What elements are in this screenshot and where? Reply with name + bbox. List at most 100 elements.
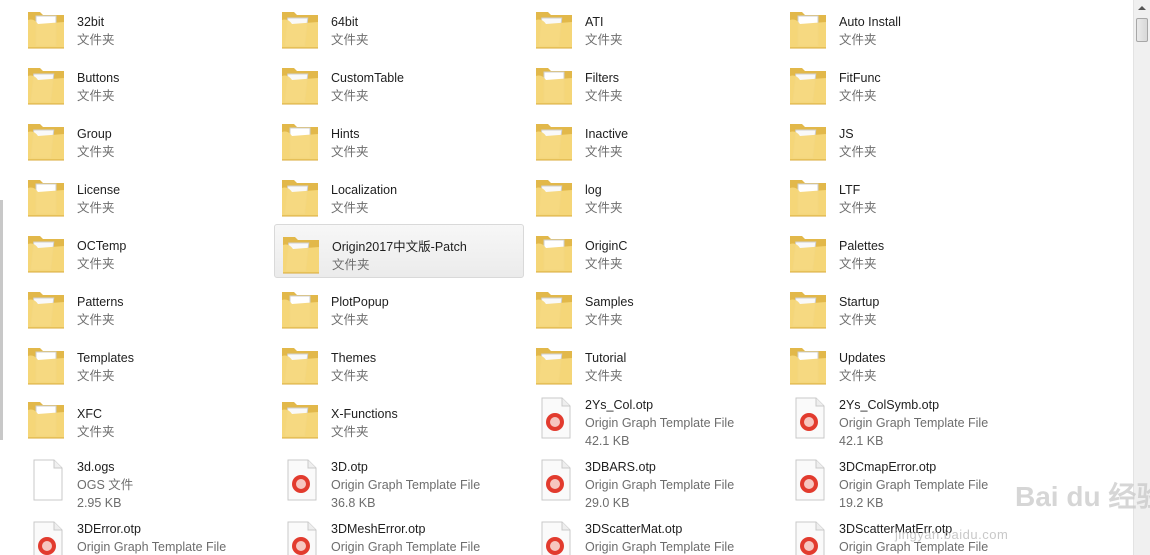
item-details: Startup 文件夹 — [839, 293, 879, 329]
scroll-up-button[interactable] — [1134, 0, 1150, 16]
folder-item[interactable]: CustomTable 文件夹 — [274, 56, 524, 110]
otp-file-icon — [792, 520, 836, 555]
folder-item[interactable]: OriginC 文件夹 — [528, 224, 778, 278]
file-item[interactable]: 3DBARS.otp Origin Graph Template File 29.0… — [528, 454, 778, 514]
folder-item[interactable]: Updates 文件夹 — [782, 336, 1032, 390]
folder-item[interactable]: Localization 文件夹 — [274, 168, 524, 222]
item-name: Hints — [331, 127, 360, 141]
item-name: ATI — [585, 15, 604, 29]
item-type: 文件夹 — [331, 313, 369, 327]
item-details: 3DScatterMat.otp Origin Graph Template Fi… — [585, 520, 734, 555]
folder-item[interactable]: 64bit 文件夹 — [274, 0, 524, 54]
otp-file-icon — [538, 396, 582, 442]
folder-item[interactable]: Auto Install 文件夹 — [782, 0, 1032, 54]
folder-grid: 32bit 文件夹 64bit 文件夹 ATI 文件夹 Auto Install 文件夹 But… — [20, 0, 1036, 392]
folder-item[interactable]: ATI 文件夹 — [528, 0, 778, 54]
item-name: Inactive — [585, 127, 629, 141]
item-details: Buttons 文件夹 — [77, 69, 119, 105]
otp-file-icon — [284, 520, 328, 555]
item-size: 42.1 KB — [839, 434, 884, 448]
item-name: X-Functions — [331, 407, 398, 421]
item-type: 文件夹 — [77, 33, 115, 47]
item-size: 42.1 KB — [585, 434, 630, 448]
item-name: Auto Install — [839, 15, 901, 29]
folder-item[interactable]: Tutorial 文件夹 — [528, 336, 778, 390]
item-name: 2Ys_Col.otp — [585, 398, 654, 412]
item-name: 3DScatterMat.otp — [585, 522, 683, 536]
folder-item[interactable]: Palettes 文件夹 — [782, 224, 1032, 278]
folder-icon — [532, 62, 576, 108]
folder-item[interactable]: Inactive 文件夹 — [528, 112, 778, 166]
item-details: Inactive 文件夹 — [585, 125, 628, 161]
file-item[interactable]: 3DError.otp Origin Graph Template File — [20, 516, 270, 555]
file-view: 32bit 文件夹 64bit 文件夹 ATI 文件夹 Auto Install 文件夹 But… — [0, 0, 1132, 555]
item-name: OriginC — [585, 239, 628, 253]
item-details: PlotPopup 文件夹 — [331, 293, 389, 329]
item-size: 29.0 KB — [585, 496, 630, 510]
folder-icon — [278, 174, 322, 220]
item-size: 19.2 KB — [839, 496, 884, 510]
item-type: 文件夹 — [839, 89, 877, 103]
item-details: Samples 文件夹 — [585, 293, 634, 329]
folder-item[interactable]: Group 文件夹 — [20, 112, 270, 166]
folder-item[interactable]: Hints 文件夹 — [274, 112, 524, 166]
item-name: 3DBARS.otp — [585, 460, 656, 474]
item-name: Buttons — [77, 71, 120, 85]
item-details: OriginC 文件夹 — [585, 237, 627, 273]
folder-item[interactable]: 32bit 文件夹 — [20, 0, 270, 54]
folder-item[interactable]: Templates 文件夹 — [20, 336, 270, 390]
folder-item[interactable]: Samples 文件夹 — [528, 280, 778, 334]
folder-icon — [278, 118, 322, 164]
folder-item[interactable]: LTF 文件夹 — [782, 168, 1032, 222]
folder-icon — [786, 342, 830, 388]
file-item[interactable]: XFC 文件夹 — [20, 392, 270, 452]
file-item[interactable]: 3DMeshError.otp Origin Graph Template Fil… — [274, 516, 524, 555]
folder-icon — [786, 286, 830, 332]
folder-item[interactable]: PlotPopup 文件夹 — [274, 280, 524, 334]
item-type: 文件夹 — [77, 145, 115, 159]
file-item[interactable]: 3DScatterMat.otp Origin Graph Template Fi… — [528, 516, 778, 555]
otp-file-icon — [792, 458, 836, 504]
folder-item[interactable]: Origin2017中文版-Patch 文件夹 — [274, 224, 524, 278]
folder-item[interactable]: Filters 文件夹 — [528, 56, 778, 110]
item-type: 文件夹 — [585, 313, 623, 327]
resize-edge — [0, 200, 3, 440]
item-type: Origin Graph Template File — [331, 540, 481, 554]
item-name: 32bit — [77, 15, 105, 29]
file-item[interactable]: X-Functions 文件夹 — [274, 392, 524, 452]
item-type: 文件夹 — [585, 89, 623, 103]
folder-icon — [786, 174, 830, 220]
item-details: Themes 文件夹 — [331, 349, 376, 385]
vertical-scrollbar[interactable] — [1133, 0, 1150, 555]
folder-item[interactable]: Startup 文件夹 — [782, 280, 1032, 334]
folder-item[interactable]: OCTemp 文件夹 — [20, 224, 270, 278]
item-details: Templates 文件夹 — [77, 349, 134, 385]
item-name: 3DCmapError.otp — [839, 460, 937, 474]
file-item[interactable]: 2Ys_ColSymb.otp Origin Graph Template Fil… — [782, 392, 1032, 452]
file-item[interactable]: 3DCmapError.otp Origin Graph Template Fil… — [782, 454, 1032, 514]
item-name: Localization — [331, 183, 398, 197]
file-item[interactable]: 2Ys_Col.otp Origin Graph Template File 42.… — [528, 392, 778, 452]
folder-icon — [532, 230, 576, 276]
folder-item[interactable]: Buttons 文件夹 — [20, 56, 270, 110]
folder-item[interactable]: JS 文件夹 — [782, 112, 1032, 166]
item-name: License — [77, 183, 121, 197]
folder-icon — [532, 286, 576, 332]
item-type: 文件夹 — [839, 201, 877, 215]
item-type: 文件夹 — [331, 425, 369, 439]
item-name: Samples — [585, 295, 634, 309]
item-name: Palettes — [839, 239, 885, 253]
file-item[interactable]: 3d.ogs OGS 文件 2.95 KB — [20, 454, 270, 514]
folder-item[interactable]: log 文件夹 — [528, 168, 778, 222]
item-type: OGS 文件 — [77, 478, 134, 492]
folder-icon — [278, 286, 322, 332]
scroll-thumb[interactable] — [1136, 18, 1148, 42]
folder-item[interactable]: FitFunc 文件夹 — [782, 56, 1032, 110]
item-details: OCTemp 文件夹 — [77, 237, 126, 273]
folder-item[interactable]: License 文件夹 — [20, 168, 270, 222]
folder-item[interactable]: Patterns 文件夹 — [20, 280, 270, 334]
folder-item[interactable]: Themes 文件夹 — [274, 336, 524, 390]
file-item[interactable]: 3D.otp Origin Graph Template File 36.8 KB — [274, 454, 524, 514]
item-type: 文件夹 — [585, 145, 623, 159]
item-type: Origin Graph Template File — [77, 540, 227, 554]
